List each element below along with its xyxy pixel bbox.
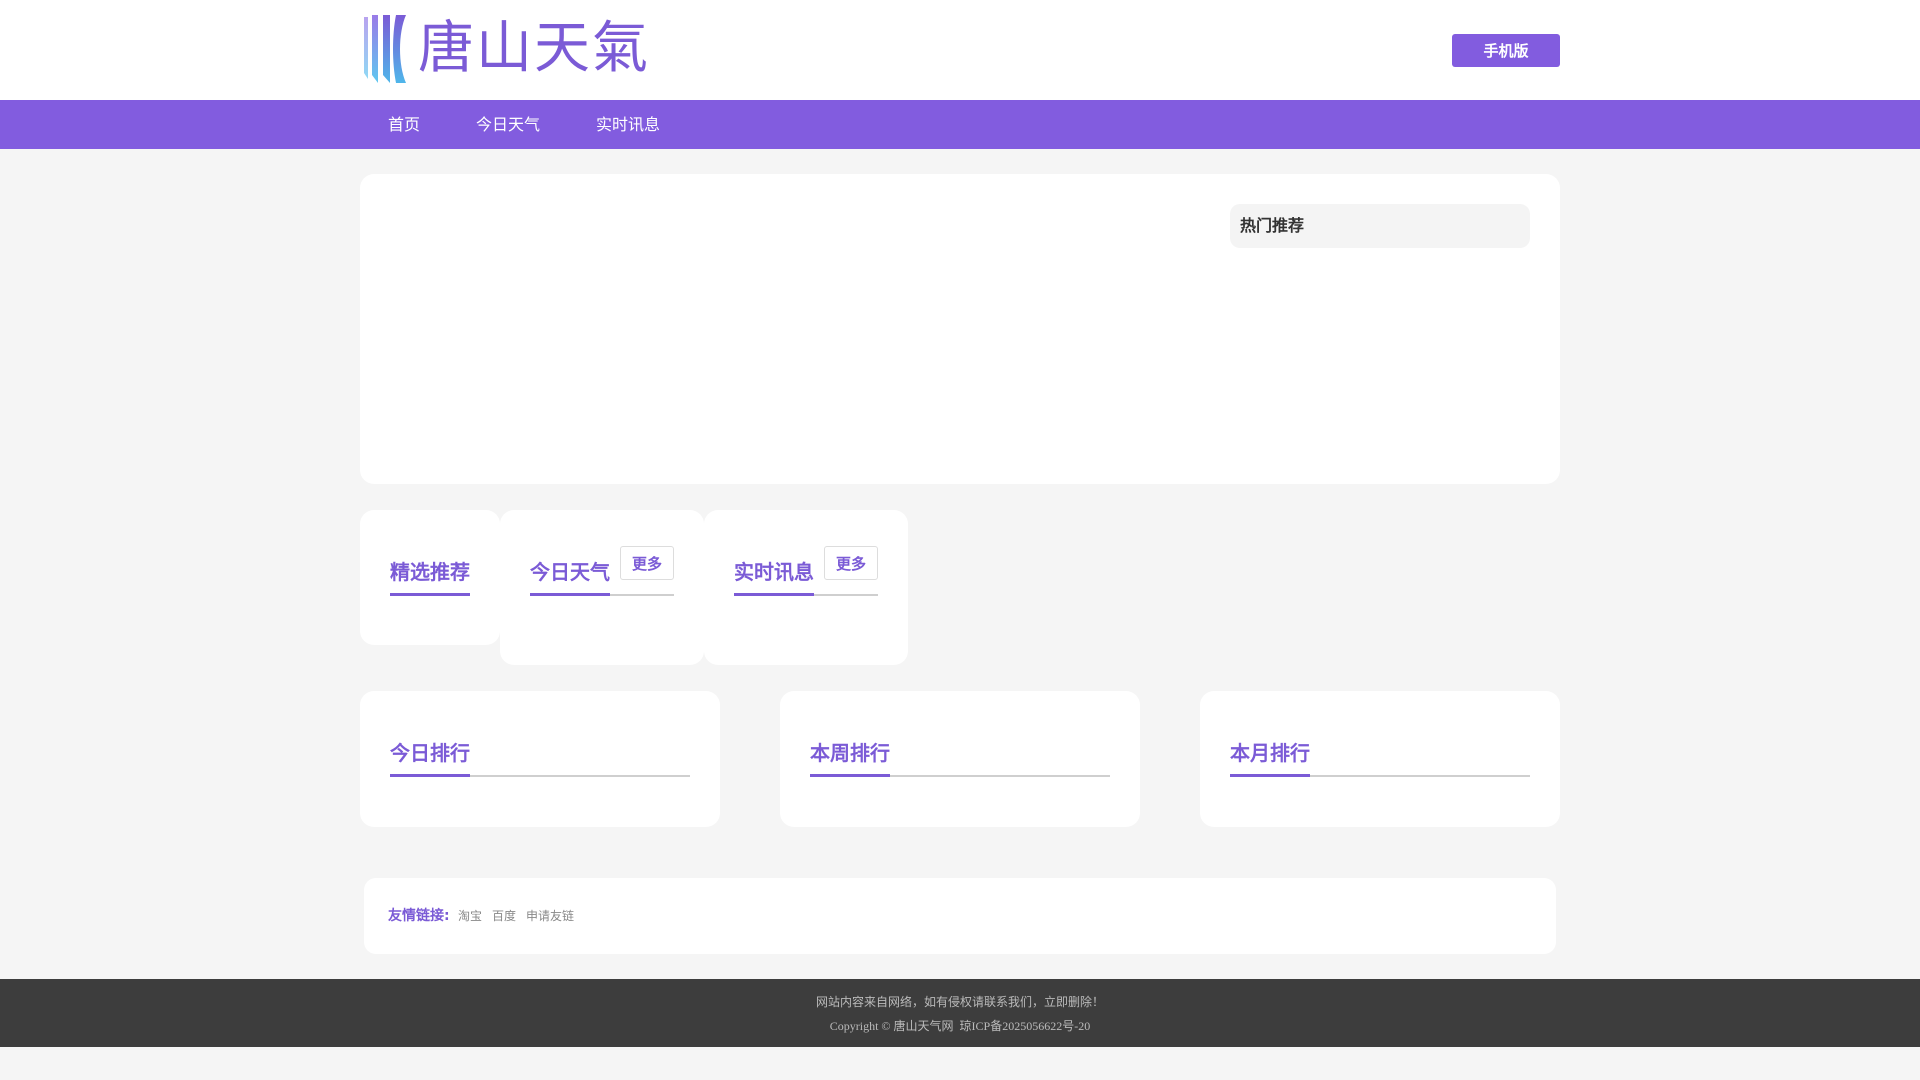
ranking-week-card: 本周排行: [780, 691, 1140, 827]
friend-links-card: 友情链接: 淘宝 百度 申请友链: [364, 878, 1556, 954]
friend-link-taobao[interactable]: 淘宝: [458, 878, 482, 954]
site-header: 唐山天氣 手机版: [0, 0, 1920, 100]
logo-stripes-icon: [364, 15, 406, 83]
featured-card: 精选推荐: [360, 510, 500, 645]
site-logo[interactable]: 唐山天氣: [362, 12, 650, 86]
realtime-news-title: 实时讯息: [734, 560, 814, 584]
mobile-version-button[interactable]: 手机版: [1452, 34, 1560, 67]
ranking-week-title: 本周排行: [810, 741, 890, 765]
main-nav: 首页 今日天气 实时讯息: [0, 100, 1920, 149]
today-weather-more-button[interactable]: 更多: [620, 546, 674, 580]
realtime-news-card: 实时讯息 更多: [704, 510, 908, 665]
ranking-month-title: 本月排行: [1230, 741, 1310, 765]
ranking-week-underline: [810, 774, 890, 777]
ranking-month-underline: [1230, 774, 1310, 777]
nav-item-home[interactable]: 首页: [388, 100, 420, 149]
today-weather-underline: [530, 593, 610, 596]
ranking-today-card: 今日排行: [360, 691, 720, 827]
hot-recommend-box: 热门推荐: [1230, 204, 1530, 248]
footer-notice: 网站内容来自网络，如有侵权请联系我们，立即删除！: [815, 995, 1104, 1009]
ranking-today-title: 今日排行: [390, 741, 470, 765]
main-feature-card: 热门推荐: [360, 174, 1560, 484]
ranking-today-underline: [390, 774, 470, 777]
featured-underline: [390, 593, 470, 596]
friend-link-apply[interactable]: 申请友链: [526, 878, 574, 954]
realtime-news-more-button[interactable]: 更多: [824, 546, 878, 580]
featured-title: 精选推荐: [390, 560, 470, 584]
site-footer: 网站内容来自网络，如有侵权请联系我们，立即删除！ Copyright © 唐山天…: [0, 979, 1920, 1047]
hot-recommend-title: 热门推荐: [1240, 216, 1305, 235]
logo-text: 唐山天氣: [418, 16, 650, 81]
ranking-month-card: 本月排行: [1200, 691, 1560, 827]
footer-copyright: Copyright © 唐山天气网 琼ICP备2025056622号-20: [829, 1019, 1091, 1033]
friend-links-label: 友情链接:: [388, 908, 450, 924]
nav-item-realtime-news[interactable]: 实时讯息: [596, 100, 660, 149]
nav-item-today-weather[interactable]: 今日天气: [476, 100, 540, 149]
friend-link-baidu[interactable]: 百度: [492, 878, 516, 954]
realtime-news-underline: [734, 593, 814, 596]
today-weather-card: 今日天气 更多: [500, 510, 704, 665]
today-weather-title: 今日天气: [530, 560, 610, 584]
